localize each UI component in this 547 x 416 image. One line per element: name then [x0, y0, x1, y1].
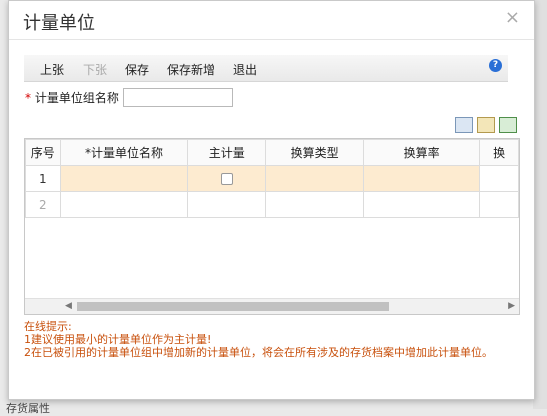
conv-type-cell[interactable]: [265, 165, 364, 192]
col-primary: 主计量: [187, 139, 267, 166]
table-row: 2: [25, 191, 519, 218]
backdrop-edge: [0, 0, 8, 409]
prev-button[interactable]: 上张: [40, 61, 64, 78]
dialog-title: 计量单位: [23, 13, 95, 34]
header-row: 序号 *计量单位名称 主计量 换算类型 换算率 换: [25, 139, 519, 166]
unit-grid: 序号 *计量单位名称 主计量 换算类型 换算率 换 1 2 ◀ ▶: [24, 138, 520, 315]
scroll-right-icon[interactable]: ▶: [508, 301, 515, 311]
excel-export-icon[interactable]: [499, 117, 517, 133]
unit-dialog: 计量单位 × 上张 下张 保存 保存新增 退出 ? * 计量单位组名称 序号 *…: [8, 0, 535, 400]
group-name-input[interactable]: [123, 88, 233, 107]
col-more: 换: [479, 139, 519, 166]
col-index: 序号: [25, 139, 61, 166]
more-cell[interactable]: [479, 165, 519, 192]
save-button[interactable]: 保存: [125, 61, 149, 78]
close-icon[interactable]: ×: [505, 7, 520, 28]
row-index: 1: [25, 165, 61, 192]
backdrop-right: [533, 0, 547, 409]
exit-button[interactable]: 退出: [233, 61, 257, 78]
unit-name-cell[interactable]: [59, 191, 189, 218]
conv-rate-cell[interactable]: [362, 165, 481, 192]
tips-title: 在线提示:: [24, 320, 72, 333]
more-cell[interactable]: [479, 191, 519, 218]
unit-name-cell[interactable]: [59, 165, 189, 192]
required-mark: *: [25, 91, 31, 105]
background-label: 存货属性: [6, 402, 50, 415]
online-tips: 在线提示: 1建议使用最小的计量单位作为主计量! 2在已被引用的计量单位组中增加…: [24, 320, 524, 359]
save-new-button[interactable]: 保存新增: [167, 61, 215, 78]
col-unit-name: *计量单位名称: [59, 139, 189, 166]
primary-checkbox[interactable]: [220, 173, 233, 185]
next-button[interactable]: 下张: [83, 61, 107, 78]
toolbar: 上张 下张 保存 保存新增 退出 ?: [24, 55, 508, 82]
grid-tools: [451, 117, 517, 136]
group-name-row: * 计量单位组名称: [25, 88, 233, 107]
paste-icon[interactable]: [477, 117, 495, 133]
scroll-thumb[interactable]: [77, 302, 389, 311]
col-conv-type: 换算类型: [265, 139, 364, 166]
table-row: 1: [25, 165, 519, 192]
copy-icon[interactable]: [455, 117, 473, 133]
tip-line-2: 2在已被引用的计量单位组中增加新的计量单位，将会在所有涉及的存货档案中增加此计量…: [24, 346, 493, 359]
scroll-left-icon[interactable]: ◀: [65, 301, 72, 311]
col-conv-rate: 换算率: [362, 139, 481, 166]
primary-cell[interactable]: [187, 191, 267, 218]
conv-rate-cell[interactable]: [362, 191, 481, 218]
group-name-label: 计量单位组名称: [34, 91, 119, 105]
row-index: 2: [25, 191, 61, 218]
conv-type-cell[interactable]: [265, 191, 364, 218]
unit-table: 序号 *计量单位名称 主计量 换算类型 换算率 换 1 2: [25, 139, 519, 218]
help-icon[interactable]: ?: [489, 59, 502, 72]
tip-line-1: 1建议使用最小的计量单位作为主计量!: [24, 333, 212, 346]
primary-cell[interactable]: [187, 165, 267, 192]
horizontal-scrollbar[interactable]: ◀ ▶: [25, 298, 519, 314]
title-divider: [9, 39, 534, 40]
